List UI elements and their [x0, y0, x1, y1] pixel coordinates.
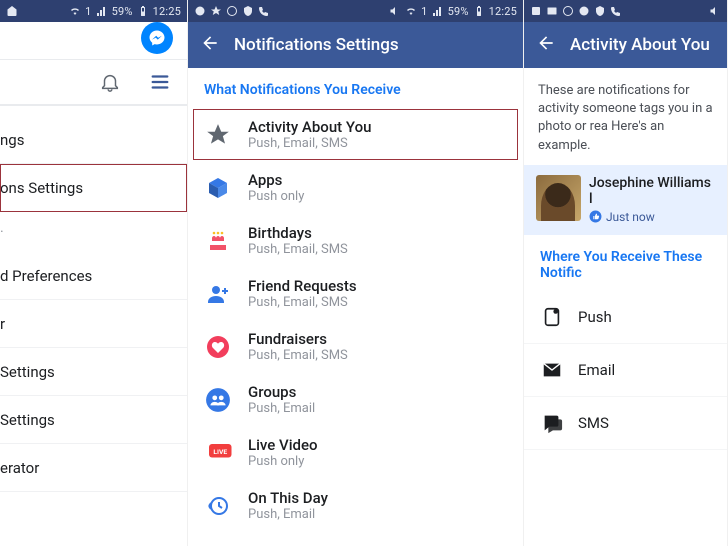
time-label: 12:25 [153, 5, 181, 18]
page-title: Notifications Settings [234, 35, 399, 55]
list-item-label: Settings [0, 363, 55, 381]
channel-label: Email [578, 361, 615, 379]
signal-icon [432, 5, 444, 17]
box-icon [204, 174, 232, 202]
email-icon [540, 358, 564, 382]
menu-icon[interactable] [149, 71, 171, 93]
battery-icon [137, 5, 149, 17]
like-icon [589, 210, 602, 223]
section-header: What Notifications You Receive [188, 68, 523, 108]
avatar [536, 175, 581, 221]
screen-2: 1 59% 12:25 Notifications Settings What … [188, 0, 524, 546]
back-button[interactable] [536, 33, 556, 57]
back-button[interactable] [200, 33, 220, 57]
list-item-label: r [0, 315, 5, 333]
section-header: Where You Receive These Notific [524, 235, 727, 291]
battery-label: 59% [448, 5, 469, 18]
time-text: Just now [606, 210, 655, 224]
list-item-label: erator [0, 459, 39, 477]
push-icon [540, 305, 564, 329]
bell-icon[interactable] [99, 71, 121, 93]
notif-item-apps[interactable]: AppsPush only [188, 161, 523, 214]
channel-label: SMS [578, 414, 609, 432]
item-title: Live Video [248, 436, 318, 454]
example-notification[interactable]: Josephine Williams l Just now [524, 165, 727, 236]
notif-item-on-this-day[interactable]: On This DayPush, Email [188, 479, 523, 532]
item-title: Birthdays [248, 224, 348, 242]
star-icon [204, 121, 232, 149]
channel-label: Push [578, 308, 612, 326]
status-bar: 1 59% 12:25 [188, 0, 523, 22]
time-label: 12:25 [489, 5, 517, 18]
battery-icon [473, 5, 485, 17]
heart-coin-icon [204, 333, 232, 361]
svg-text:LIVE: LIVE [213, 447, 227, 455]
list-item[interactable]: erator [0, 444, 187, 492]
status-bar: 1 59% 12:25 [0, 0, 187, 22]
item-title: Groups [248, 383, 315, 401]
status-bar [524, 0, 727, 22]
channel-email[interactable]: Email [524, 344, 727, 397]
signal-label: 1 [421, 5, 427, 18]
notif-item-fundraisers[interactable]: FundraisersPush, Email, SMS [188, 320, 523, 373]
signal-label: 1 [85, 5, 91, 18]
settings-list: ngs ons Settings · d Preferences r Setti… [0, 106, 187, 502]
item-title: Fundraisers [248, 330, 348, 348]
wifi-icon [69, 5, 81, 17]
mute-icon [389, 5, 401, 17]
item-title: Activity About You [248, 118, 371, 136]
notif-item-activity-about-you[interactable]: Activity About YouPush, Email, SMS [192, 108, 519, 161]
channel-sms[interactable]: SMS [524, 397, 727, 450]
list-item-notifications-settings[interactable]: ons Settings [0, 164, 187, 212]
app-header: Notifications Settings [188, 22, 523, 68]
wifi-icon [405, 5, 417, 17]
list-item[interactable]: r [0, 300, 187, 348]
app-header: Activity About You [524, 22, 727, 68]
item-title: Apps [248, 171, 304, 189]
sms-icon [540, 411, 564, 435]
list-item[interactable]: · [0, 212, 187, 252]
battery-label: 59% [112, 5, 133, 18]
messenger-button[interactable] [141, 22, 173, 54]
item-title: Friend Requests [248, 277, 357, 295]
channel-push[interactable]: Push [524, 291, 727, 344]
item-subtitle: Push, Email, SMS [248, 136, 371, 151]
live-icon: LIVE [204, 439, 232, 467]
item-subtitle: Push, Email, SMS [248, 242, 348, 257]
list-item-label: ngs [0, 131, 24, 149]
list-item-label: ons Settings [0, 179, 83, 197]
cake-icon [204, 227, 232, 255]
item-title: On This Day [248, 489, 328, 507]
screen-3: Activity About You These are notificatio… [524, 0, 728, 546]
item-subtitle: Push, Email, SMS [248, 348, 348, 363]
notif-item-live-video[interactable]: LIVE Live VideoPush only [188, 426, 523, 479]
groups-icon [204, 386, 232, 414]
item-subtitle: Push, Email [248, 507, 328, 522]
list-item-label: Settings [0, 411, 55, 429]
top-nav [0, 60, 187, 106]
description-text: These are notifications for activity som… [524, 68, 727, 165]
list-item[interactable]: ngs [0, 116, 187, 164]
notif-item-groups[interactable]: GroupsPush, Email [188, 373, 523, 426]
friend-add-icon [204, 280, 232, 308]
clock-rewind-icon [204, 492, 232, 520]
list-item[interactable]: Settings [0, 396, 187, 444]
screen-1: 1 59% 12:25 ngs ons Settings · d Prefere… [0, 0, 188, 546]
notif-item-birthdays[interactable]: BirthdaysPush, Email, SMS [188, 214, 523, 267]
signal-icon [96, 5, 108, 17]
item-subtitle: Push only [248, 454, 318, 469]
notification-name: Josephine Williams l [589, 175, 715, 207]
item-subtitle: Push only [248, 189, 304, 204]
item-subtitle: Push, Email [248, 401, 315, 416]
notification-time: Just now [589, 210, 655, 224]
list-item[interactable]: d Preferences [0, 252, 187, 300]
notif-item-friend-requests[interactable]: Friend RequestsPush, Email, SMS [188, 267, 523, 320]
item-subtitle: Push, Email, SMS [248, 295, 357, 310]
list-item[interactable]: Settings [0, 348, 187, 396]
page-title: Activity About You [570, 35, 710, 55]
messenger-bar [0, 22, 187, 60]
list-item-label: d Preferences [0, 267, 92, 285]
